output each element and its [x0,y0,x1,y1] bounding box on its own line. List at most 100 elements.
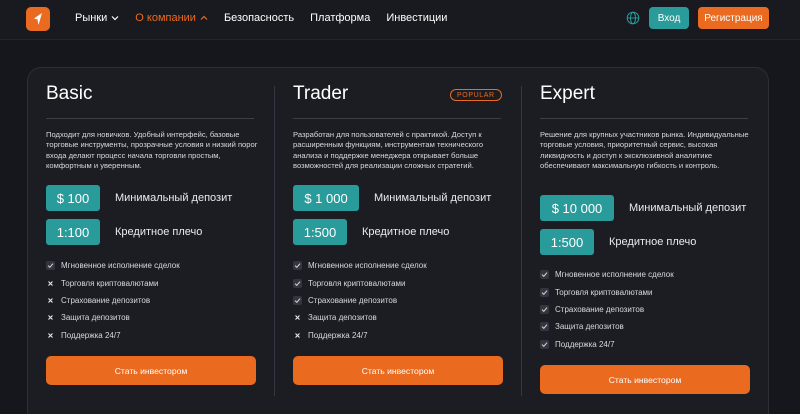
logo-icon[interactable] [26,7,50,31]
nav-item-label: Рынки [75,12,108,24]
nav-item-label: Инвестиции [386,12,448,24]
feature-label: Защита депозитов [61,313,130,323]
leverage-row: 1:500 Кредитное плечо [540,229,696,255]
feature-label: Торговля криптовалютами [61,278,159,288]
globe-icon[interactable] [626,11,640,25]
check-icon [540,339,549,349]
min-deposit-value: $ 1 000 [293,185,359,211]
min-deposit-label: Минимальный депозит [374,192,492,204]
leverage-label: Кредитное плечо [362,226,450,238]
check-icon [293,278,302,288]
leverage-value: 1:500 [540,229,594,255]
column-divider [274,86,275,396]
cross-icon [293,331,302,340]
main-nav: Рынки О компании Безопасность Платформа … [75,0,463,36]
check-icon [293,261,302,271]
plan-card-trader: Trader POPULAR Разработан для пользовате… [293,68,508,408]
top-navbar: Рынки О компании Безопасность Платформа … [0,0,800,40]
feature-label: Страхование депозитов [308,295,398,305]
chevron-down-icon [111,16,119,21]
plan-description: Решение для крупных участников рынка. Ин… [540,130,749,171]
nav-item-label: О компании [135,12,196,24]
nav-item-markets[interactable]: Рынки [75,12,119,24]
feature-item: Страхование депозитов [293,292,427,309]
plan-title: Trader [293,83,349,104]
check-icon [540,287,549,297]
plan-title: Expert [540,83,595,104]
feature-label: Мгновенное исполнение сделок [61,261,180,271]
leverage-row: 1:100 Кредитное плечо [46,219,202,245]
leverage-value: 1:500 [293,219,347,245]
feature-label: Защита депозитов [308,313,377,323]
become-investor-button[interactable]: Стать инвестором [540,365,750,394]
feature-item: Поддержка 24/7 [46,327,180,344]
feature-label: Мгновенное исполнение сделок [555,270,674,280]
plan-card-basic: Basic Подходит для новичков. Удобный инт… [46,68,261,408]
check-icon [293,295,302,305]
min-deposit-value: $ 10 000 [540,195,614,221]
cross-icon [46,296,55,305]
cross-icon [293,313,302,322]
leverage-row: 1:500 Кредитное плечо [293,219,449,245]
feature-item: Мгновенное исполнение сделок [540,266,674,283]
login-button[interactable]: Вход [649,7,689,29]
feature-label: Страхование депозитов [61,295,151,305]
plan-divider [540,118,748,119]
register-button[interactable]: Регистрация [698,7,769,29]
min-deposit-row: $ 1 000 Минимальный депозит [293,185,491,211]
plan-description: Подходит для новичков. Удобный интерфейс… [46,130,258,171]
feature-item: Торговля криптовалютами [293,274,427,291]
plan-card-expert: Expert Решение для крупных участников ры… [540,68,755,408]
feature-item: Страхование депозитов [540,301,674,318]
feature-label: Поддержка 24/7 [61,330,121,340]
feature-item: Защита депозитов [540,318,674,335]
nav-item-investments[interactable]: Инвестиции [386,12,447,24]
check-icon [540,322,549,332]
feature-item: Мгновенное исполнение сделок [293,257,427,274]
min-deposit-label: Минимальный депозит [115,192,233,204]
plan-divider [46,118,254,119]
chevron-up-icon [200,15,208,20]
feature-list: Мгновенное исполнение сделок Торговля кр… [46,257,180,344]
feature-item: Поддержка 24/7 [540,336,674,353]
nav-item-platform[interactable]: Платформа [310,12,370,24]
nav-item-security[interactable]: Безопасность [224,12,294,24]
plan-divider [293,118,501,119]
leverage-label: Кредитное плечо [609,236,697,248]
feature-item: Торговля криптовалютами [540,283,674,300]
feature-item: Защита депозитов [46,309,180,326]
check-icon [540,304,549,314]
nav-item-label: Безопасность [223,12,295,24]
feature-label: Торговля криптовалютами [308,278,406,288]
pricing-panel: Basic Подходит для новичков. Удобный инт… [27,67,769,414]
become-investor-button[interactable]: Стать инвестором [46,356,256,385]
leverage-value: 1:100 [46,219,100,245]
check-icon [46,261,55,271]
popular-badge: POPULAR [450,89,502,101]
nav-item-label: Платформа [310,12,371,24]
feature-list: Мгновенное исполнение сделок Торговля кр… [293,257,427,344]
become-investor-button[interactable]: Стать инвестором [293,356,503,385]
leverage-label: Кредитное плечо [115,226,203,238]
feature-label: Защита депозитов [555,322,624,332]
min-deposit-row: $ 10 000 Минимальный депозит [540,195,746,221]
feature-label: Торговля криптовалютами [555,287,653,297]
feature-item: Мгновенное исполнение сделок [46,257,180,274]
plan-description: Разработан для пользователей с практикой… [293,130,484,171]
feature-label: Мгновенное исполнение сделок [308,261,427,271]
plan-title: Basic [46,83,93,104]
check-icon [540,270,549,280]
nav-item-about[interactable]: О компании [135,12,208,24]
cross-icon [46,279,55,288]
feature-item: Страхование депозитов [46,292,180,309]
column-divider [521,86,522,396]
feature-list: Мгновенное исполнение сделок Торговля кр… [540,266,674,353]
feature-item: Поддержка 24/7 [293,327,427,344]
min-deposit-row: $ 100 Минимальный депозит [46,185,232,211]
feature-label: Страхование депозитов [555,304,645,314]
min-deposit-label: Минимальный депозит [629,202,747,214]
min-deposit-value: $ 100 [46,185,100,211]
feature-item: Торговля криптовалютами [46,274,180,291]
feature-label: Поддержка 24/7 [555,339,615,349]
cross-icon [46,313,55,322]
